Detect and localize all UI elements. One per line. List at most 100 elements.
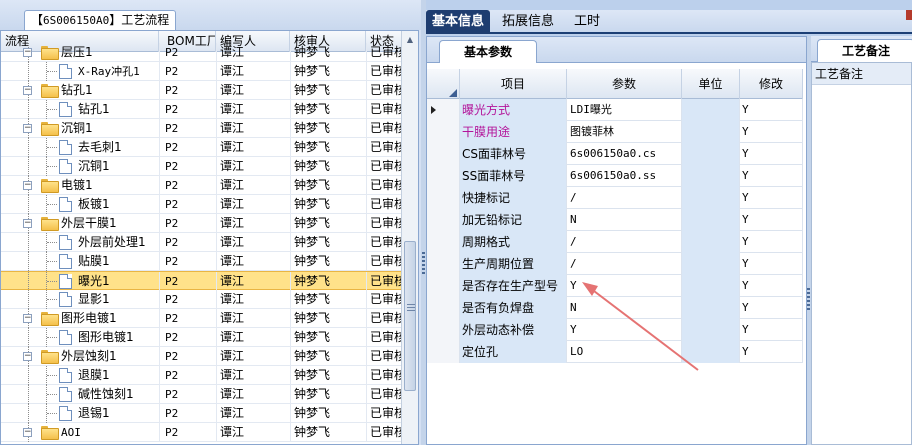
table-row[interactable]: X-Ray冲孔1 P2 谭江 钟梦飞 已审核 <box>1 62 402 81</box>
param-unit[interactable] <box>682 143 740 165</box>
table-row[interactable]: 外层前处理1 P2 谭江 钟梦飞 已审核 <box>1 233 402 252</box>
process-flow-tab[interactable]: 【6S006150A0】工艺流程 <box>24 10 177 30</box>
param-unit[interactable] <box>682 297 740 319</box>
param-unit[interactable] <box>682 99 740 121</box>
collapse-toggle-icon[interactable]: − <box>23 428 32 437</box>
param-unit[interactable] <box>682 341 740 363</box>
table-row[interactable]: 去毛刺1 P2 谭江 钟梦飞 已审核 <box>1 138 402 157</box>
table-row[interactable]: 板镀1 P2 谭江 钟梦飞 已审核 <box>1 195 402 214</box>
param-value[interactable]: 6s006150a0.ss <box>567 165 682 187</box>
scroll-up-arrow-icon[interactable]: ▲ <box>402 32 418 48</box>
params-row[interactable]: 干膜用途 图镀菲林 Y <box>427 121 803 143</box>
tab-basic-info[interactable]: 基本信息 <box>426 10 491 34</box>
tab-process-remarks[interactable]: 工艺备注 <box>817 39 912 62</box>
params-row[interactable]: 是否存在生产型号 Y Y <box>427 275 803 297</box>
params-row[interactable]: 定位孔 LO Y <box>427 341 803 363</box>
param-modify[interactable]: Y <box>740 209 803 231</box>
param-value[interactable]: 6s006150a0.cs <box>567 143 682 165</box>
param-unit[interactable] <box>682 165 740 187</box>
param-value[interactable]: LDI曝光 <box>567 99 682 121</box>
params-row[interactable]: 曝光方式 LDI曝光 Y <box>427 99 803 121</box>
param-value[interactable]: / <box>567 187 682 209</box>
param-value[interactable]: N <box>567 297 682 319</box>
table-row[interactable]: − 外层蚀刻1 P2 谭江 钟梦飞 已审核 <box>1 347 402 366</box>
row-selector[interactable] <box>427 99 460 121</box>
table-row[interactable]: − 钻孔1 P2 谭江 钟梦飞 已审核 <box>1 81 402 100</box>
params-row[interactable]: 外层动态补偿 Y Y <box>427 319 803 341</box>
param-unit[interactable] <box>682 187 740 209</box>
params-row[interactable]: 快捷标记 / Y <box>427 187 803 209</box>
params-row[interactable]: 加无铅标记 N Y <box>427 209 803 231</box>
collapse-toggle-icon[interactable]: − <box>23 181 32 190</box>
table-row[interactable]: 曝光1 P2 谭江 钟梦飞 已审核 <box>1 271 402 291</box>
params-row[interactable]: SS面菲林号 6s006150a0.ss Y <box>427 165 803 187</box>
scroll-thumb[interactable] <box>404 241 416 391</box>
param-modify[interactable]: Y <box>740 297 803 319</box>
params-row[interactable]: 是否有负焊盘 N Y <box>427 297 803 319</box>
row-selector[interactable] <box>427 165 460 187</box>
table-row[interactable]: − 外层干膜1 P2 谭江 钟梦飞 已审核 <box>1 214 402 233</box>
param-value[interactable]: / <box>567 253 682 275</box>
col-header-item[interactable]: 项目 <box>460 69 567 99</box>
table-row[interactable]: 图形电镀1 P2 谭江 钟梦飞 已审核 <box>1 328 402 347</box>
row-selector[interactable] <box>427 209 460 231</box>
table-row[interactable]: − 电镀1 P2 谭江 钟梦飞 已审核 <box>1 176 402 195</box>
param-modify[interactable]: Y <box>740 121 803 143</box>
param-value[interactable]: Y <box>567 275 682 297</box>
collapse-toggle-icon[interactable]: − <box>23 219 32 228</box>
tab-work-hours[interactable]: 工时 <box>568 10 606 34</box>
table-row[interactable]: 退膜1 P2 谭江 钟梦飞 已审核 <box>1 366 402 385</box>
param-modify[interactable]: Y <box>740 187 803 209</box>
vertical-scrollbar[interactable]: ▲ <box>401 31 418 444</box>
param-modify[interactable]: Y <box>740 253 803 275</box>
table-row[interactable]: 钻孔1 P2 谭江 钟梦飞 已审核 <box>1 100 402 119</box>
table-row[interactable]: − 沉铜1 P2 谭江 钟梦飞 已审核 <box>1 119 402 138</box>
param-unit[interactable] <box>682 231 740 253</box>
col-header-modify[interactable]: 修改 <box>740 69 803 99</box>
row-selector[interactable] <box>427 275 460 297</box>
table-row[interactable]: − 层压1 P2 谭江 钟梦飞 已审核 <box>1 43 402 62</box>
param-modify[interactable]: Y <box>740 143 803 165</box>
collapse-toggle-icon[interactable]: − <box>23 48 32 57</box>
collapse-toggle-icon[interactable]: − <box>23 352 32 361</box>
table-row[interactable]: − AOI P2 谭江 钟梦飞 已审核 <box>1 423 402 442</box>
collapse-toggle-icon[interactable]: − <box>23 314 32 323</box>
table-row[interactable]: 碱性蚀刻1 P2 谭江 钟梦飞 已审核 <box>1 385 402 404</box>
param-value[interactable]: / <box>567 231 682 253</box>
param-unit[interactable] <box>682 209 740 231</box>
table-row[interactable]: 贴膜1 P2 谭江 钟梦飞 已审核 <box>1 252 402 271</box>
param-unit[interactable] <box>682 121 740 143</box>
row-selector[interactable] <box>427 253 460 275</box>
row-selector[interactable] <box>427 121 460 143</box>
param-modify[interactable]: Y <box>740 99 803 121</box>
col-header-param[interactable]: 参数 <box>567 69 682 99</box>
table-row[interactable]: 显影1 P2 谭江 钟梦飞 已审核 <box>1 290 402 309</box>
row-selector[interactable] <box>427 143 460 165</box>
param-value[interactable]: N <box>567 209 682 231</box>
param-unit[interactable] <box>682 319 740 341</box>
params-row[interactable]: 周期格式 / Y <box>427 231 803 253</box>
param-value[interactable]: 图镀菲林 <box>567 121 682 143</box>
tab-extended-info[interactable]: 拓展信息 <box>496 10 560 34</box>
table-row[interactable]: − 图形电镀1 P2 谭江 钟梦飞 已审核 <box>1 309 402 328</box>
table-row[interactable]: 沉铜1 P2 谭江 钟梦飞 已审核 <box>1 157 402 176</box>
collapse-toggle-icon[interactable]: − <box>23 86 32 95</box>
param-unit[interactable] <box>682 253 740 275</box>
param-modify[interactable]: Y <box>740 341 803 363</box>
param-modify[interactable]: Y <box>740 275 803 297</box>
row-selector[interactable] <box>427 297 460 319</box>
param-modify[interactable]: Y <box>740 165 803 187</box>
col-header-unit[interactable]: 单位 <box>682 69 740 99</box>
params-row[interactable]: CS面菲林号 6s006150a0.cs Y <box>427 143 803 165</box>
param-value[interactable]: LO <box>567 341 682 363</box>
row-selector[interactable] <box>427 187 460 209</box>
row-selector[interactable] <box>427 319 460 341</box>
collapse-toggle-icon[interactable]: − <box>23 124 32 133</box>
params-row[interactable]: 生产周期位置 / Y <box>427 253 803 275</box>
param-unit[interactable] <box>682 275 740 297</box>
row-selector[interactable] <box>427 341 460 363</box>
table-row[interactable]: 退锡1 P2 谭江 钟梦飞 已审核 <box>1 404 402 423</box>
param-modify[interactable]: Y <box>740 319 803 341</box>
row-selector[interactable] <box>427 231 460 253</box>
tab-basic-params[interactable]: 基本参数 <box>439 40 537 63</box>
